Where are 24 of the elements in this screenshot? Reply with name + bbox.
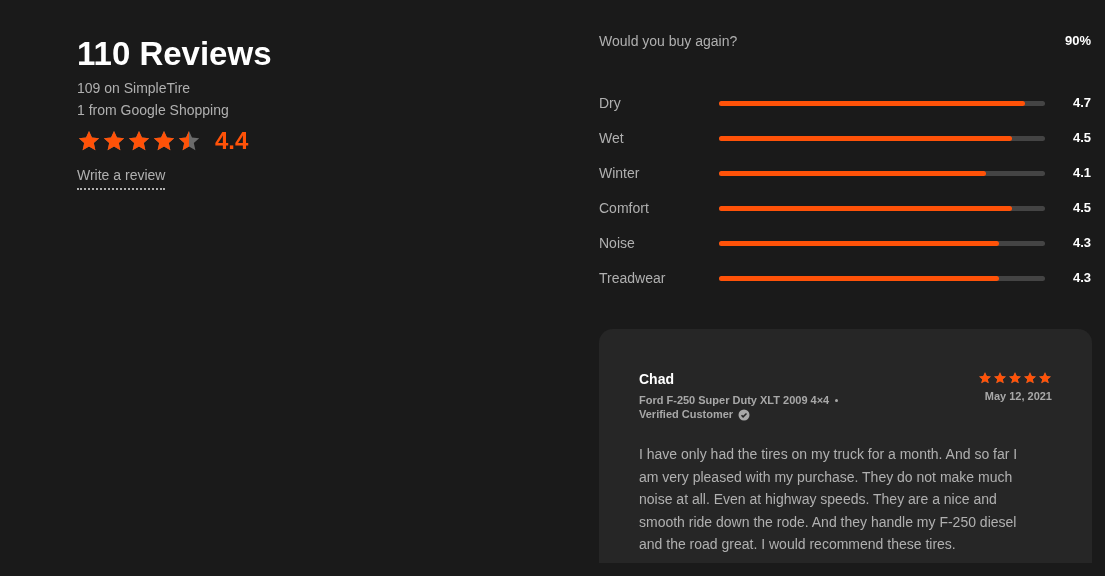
rating-label: Noise [599,233,636,253]
rating-label: Comfort [599,198,650,218]
rating-label: Winter [599,163,641,183]
buy-again-value: 90% [1064,32,1091,50]
rating-value: 4.3 [1071,234,1091,253]
rating-value: 4.5 [1071,129,1091,148]
average-rating: 4.4 [215,127,249,155]
rating-value: 4.3 [1071,269,1091,288]
review-source: 1 from Google Shopping [77,101,229,120]
rating-value: 4.5 [1071,199,1091,218]
write-review-link[interactable]: Write a review [77,165,166,190]
vehicle-name: Ford F-250 Super Duty XLT 2009 4×4 [639,393,830,407]
rating-value: 4.1 [1071,164,1091,183]
rating-label: Treadwear [599,268,667,288]
reviewer-name: Chad [639,370,674,388]
review-source: 109 on SimpleTire [77,79,191,98]
reviews-heading: 110 Reviews [77,34,272,74]
rating-label: Dry [599,93,622,113]
review-text: I have only had the tires on my truck for a month. And so far I am very pleased with my purchase. They do not make much noise at all. Even at highway speeds. They are a nice and smooth ride down the rode. And they handle my F-250 diesel and the road great. I would recommend these tires. [639,445,1019,554]
rating-value: 4.7 [1071,94,1091,113]
verified-label: Verified Customer [639,407,734,422]
review-date: May 12, 2021 [984,389,1052,403]
rating-label: Wet [599,128,625,148]
buy-again-label: Would you buy again? [599,32,738,51]
